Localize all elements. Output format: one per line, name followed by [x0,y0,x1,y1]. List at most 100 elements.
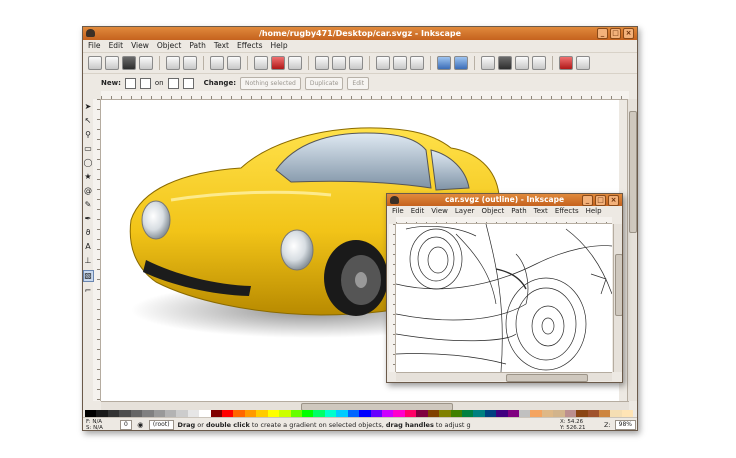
zoom-page-icon[interactable] [349,56,363,70]
zoom-tool-icon[interactable]: ⚲ [84,130,93,140]
palette-swatch[interactable] [621,410,634,417]
palette-swatch[interactable] [302,410,314,417]
open-icon[interactable] [105,56,119,70]
palette-swatch[interactable] [393,410,405,417]
menu-text[interactable]: Text [534,206,548,217]
print-icon[interactable] [139,56,153,70]
palette-swatch[interactable] [119,410,131,417]
lock-icon[interactable]: ◉ [136,420,145,430]
new-document-icon[interactable] [88,56,102,70]
import-icon[interactable] [166,56,180,70]
outline-vertical-scrollbar[interactable] [613,224,622,372]
palette-swatch[interactable] [576,410,588,417]
palette-swatch[interactable] [404,410,417,417]
menu-edit[interactable]: Edit [109,40,124,52]
align-icon[interactable] [532,56,546,70]
palette-swatch[interactable] [267,410,280,417]
ungroup-icon[interactable] [454,56,468,70]
palette-swatch[interactable] [107,410,120,417]
palette-swatch[interactable] [85,410,97,417]
spiral-tool-icon[interactable]: @ [84,186,93,196]
redo-icon[interactable] [227,56,241,70]
menu-object[interactable]: Object [157,40,181,52]
palette-swatch[interactable] [336,410,348,417]
vertical-scrollbar[interactable] [627,99,637,401]
opacity-spinbox[interactable]: 0 [120,419,132,430]
preferences-icon[interactable] [559,56,573,70]
maximize-icon[interactable]: □ [595,195,606,206]
linear-gradient-toggle[interactable] [124,77,136,89]
outline-horizontal-ruler[interactable] [396,217,612,224]
menu-file[interactable]: File [392,206,404,217]
pencil-tool-icon[interactable]: ✎ [84,200,93,210]
zoom-field[interactable]: 98% [614,419,636,430]
layer-select[interactable]: (root) [148,419,174,430]
menu-help[interactable]: Help [586,206,602,217]
palette-swatch[interactable] [256,410,268,417]
window-menu-icon[interactable] [86,29,95,37]
close-icon[interactable]: × [608,195,619,206]
palette-swatch[interactable] [96,410,108,417]
palette-swatch[interactable] [519,410,531,417]
menu-text[interactable]: Text [214,40,229,52]
gradient-tool-icon[interactable]: ▧ [83,270,94,282]
gradient-select[interactable]: Nothing selected [240,76,301,90]
cut-icon[interactable] [271,56,285,70]
unlink-clone-icon[interactable] [410,56,424,70]
palette-swatch[interactable] [416,410,428,417]
palette-swatch[interactable] [290,410,303,417]
text-font-icon[interactable] [498,56,512,70]
palette-swatch[interactable] [187,410,200,417]
duplicate-button[interactable]: Duplicate [304,76,344,90]
outline-canvas[interactable] [396,224,612,372]
fill-stroke-indicator[interactable]: F: N/A S: N/A [86,419,116,431]
node-tool-icon[interactable]: ↖ [84,116,93,126]
paste-icon[interactable] [288,56,302,70]
palette-swatch[interactable] [233,410,245,417]
menu-path[interactable]: Path [511,206,526,217]
calligraphy-tool-icon[interactable]: ϑ [84,228,93,238]
menu-file[interactable]: File [88,40,101,52]
palette-swatch[interactable] [153,410,165,417]
palette-swatch[interactable] [564,410,577,417]
palette-swatch[interactable] [541,410,554,417]
palette-swatch[interactable] [553,410,565,417]
palette-swatch[interactable] [439,410,451,417]
ellipse-tool-icon[interactable]: ◯ [84,158,93,168]
menu-effects[interactable]: Effects [555,206,579,217]
clone-icon[interactable] [393,56,407,70]
outline-horizontal-scroll-thumb[interactable] [506,374,588,382]
minimize-icon[interactable]: _ [597,28,608,39]
palette-swatch[interactable] [142,410,154,417]
export-icon[interactable] [183,56,197,70]
menu-view[interactable]: View [431,206,448,217]
palette-swatch[interactable] [279,410,291,417]
rectangle-tool-icon[interactable]: ▭ [84,144,93,154]
menu-effects[interactable]: Effects [237,40,263,52]
palette-swatch[interactable] [176,410,188,417]
text-tool-icon[interactable]: A [84,242,93,252]
copy-icon[interactable] [254,56,268,70]
menu-edit[interactable]: Edit [411,206,425,217]
palette-swatch[interactable] [381,410,394,417]
document-properties-icon[interactable] [576,56,590,70]
palette-swatch[interactable] [587,410,599,417]
outline-title-bar[interactable]: car.svgz (outline) - Inkscape _ □ × [387,194,622,206]
edit-button[interactable]: Edit [347,76,370,90]
pen-tool-icon[interactable]: ✒ [84,214,93,224]
palette-swatch[interactable] [484,410,497,417]
close-icon[interactable]: × [623,28,634,39]
zoom-drawing-icon[interactable] [332,56,346,70]
palette-swatch[interactable] [473,410,485,417]
palette-swatch[interactable] [427,410,440,417]
palette-swatch[interactable] [461,410,474,417]
palette-swatch[interactable] [610,410,622,417]
palette-swatch[interactable] [598,410,611,417]
xml-editor-icon[interactable] [515,56,529,70]
star-tool-icon[interactable]: ★ [84,172,93,182]
horizontal-ruler[interactable] [101,91,629,100]
vertical-ruler[interactable] [93,99,101,401]
save-icon[interactable] [122,56,136,70]
palette-swatch[interactable] [347,410,360,417]
palette-swatch[interactable] [164,410,177,417]
